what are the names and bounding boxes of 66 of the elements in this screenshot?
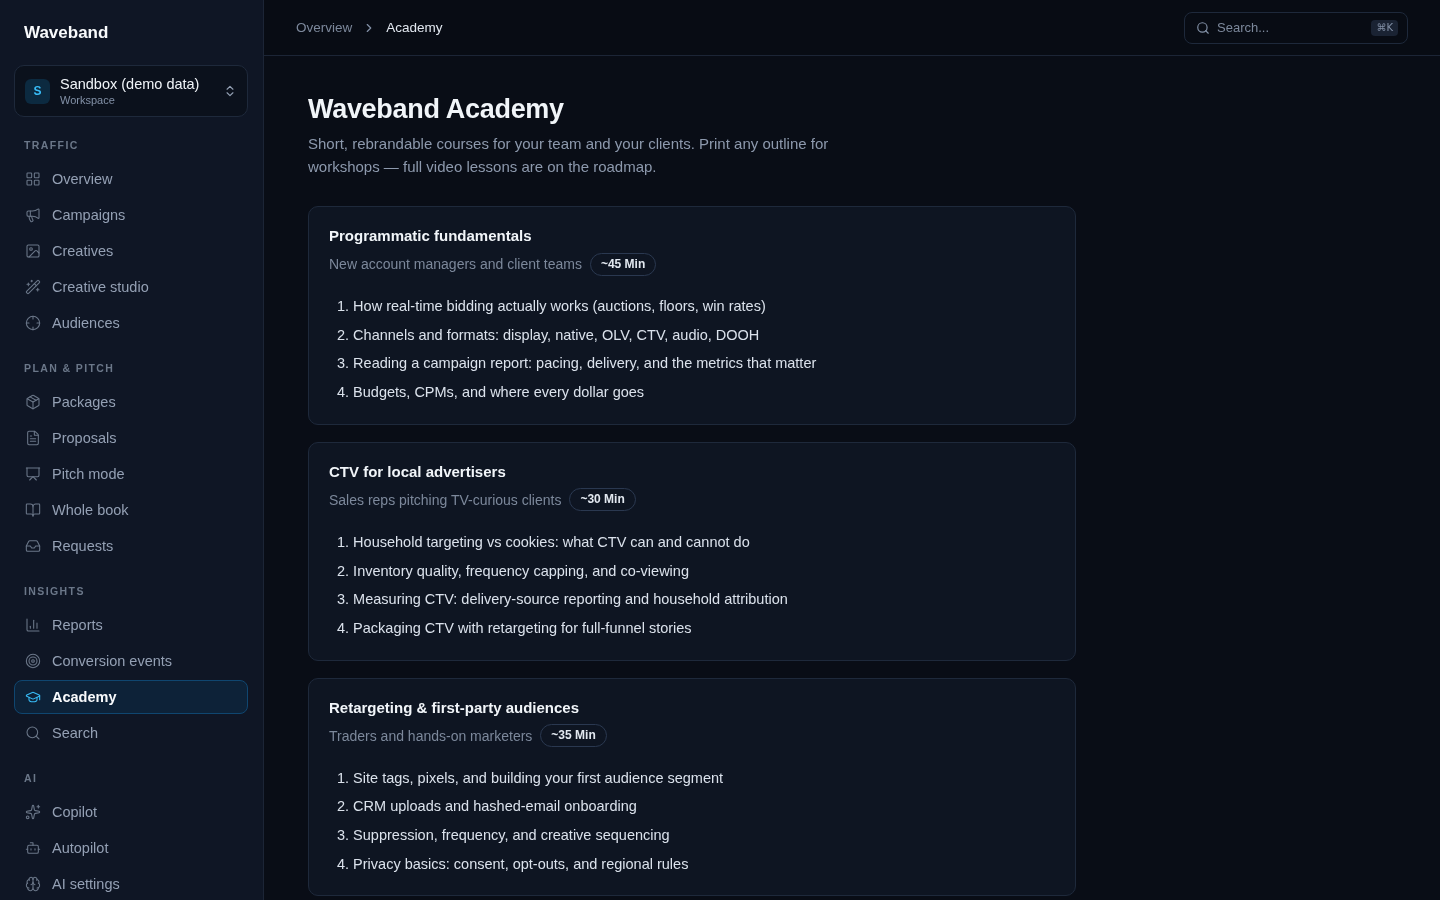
lesson-item: 1. Site tags, pixels, and building your first audience segment: [337, 768, 724, 788]
lesson-item: 4. Privacy basics: consent, opt-outs, and regional rules: [337, 854, 689, 874]
lesson-item: 4. Packaging CTV with retargeting for full-funnel stories: [337, 618, 692, 638]
package-icon: [25, 394, 41, 410]
grid-icon: [25, 171, 41, 187]
lesson-item: 3. Reading a campaign report: pacing, delivery, and the metrics that matter: [337, 354, 817, 374]
image-icon: [25, 243, 41, 259]
page-description: Short, rebrandable courses for your team and your clients. Print any outline for workshops — full video lessons are on the roadmap.: [308, 134, 830, 177]
brain-icon: [25, 876, 41, 892]
search-icon: [1196, 20, 1210, 35]
section-heading: INSIGHTS: [23, 584, 86, 599]
book-icon: [25, 502, 41, 518]
course-title: CTV for local advertisers: [329, 461, 506, 482]
current-page-label: Academy: [386, 20, 443, 35]
nav-item[interactable]: Conversion events: [14, 644, 248, 678]
lesson-item: 1. Household targeting vs cookies: what CTV can and cannot do: [337, 532, 750, 552]
lesson-item: 2. CRM uploads and hashed-email onboarding: [337, 797, 637, 817]
brand-name: Waveband: [23, 22, 110, 44]
workspace-switcher[interactable]: S Sandbox (demo data) Workspace: [14, 65, 248, 117]
workspace-name: Sandbox (demo data): [60, 75, 201, 93]
lesson-item: 3. Measuring CTV: delivery-source reporting and household attribution: [337, 590, 788, 610]
document-icon: [25, 430, 41, 446]
nav-item[interactable]: Whole book: [14, 493, 248, 527]
nav-item[interactable]: Overview: [14, 162, 248, 196]
nav-item[interactable]: Campaigns: [14, 198, 248, 232]
nav-item[interactable]: Academy: [14, 680, 248, 714]
section-heading: AI: [23, 771, 39, 786]
course-audience: Sales reps pitching TV-curious clients: [329, 491, 562, 508]
robot-icon: [25, 840, 41, 856]
lesson-item: 2. Inventory quality, frequency capping, and co-viewing: [337, 561, 689, 581]
course-title: Retargeting & first-party audiences: [329, 697, 580, 718]
nav-item[interactable]: Pitch mode: [14, 457, 248, 491]
nav-item[interactable]: Reports: [14, 608, 248, 642]
lesson-item: 3. Suppression, frequency, and creative sequencing: [337, 826, 670, 846]
course-audience: New account managers and client teams: [329, 256, 582, 272]
target-icon: [25, 653, 41, 669]
workspace-label: Workspace: [60, 93, 116, 107]
breadcrumb-link[interactable]: Overview: [296, 20, 353, 35]
graduation-cap-icon: [25, 689, 41, 705]
sparkles-icon: [25, 804, 41, 820]
nav-item[interactable]: Search: [14, 716, 248, 750]
nav-item[interactable]: Proposals: [14, 421, 248, 455]
search-icon: [25, 725, 41, 741]
nav-item[interactable]: AI settings: [14, 867, 248, 900]
nav-item[interactable]: Packages: [14, 385, 248, 419]
bar-chart-icon: [25, 617, 41, 633]
nav-item[interactable]: Copilot: [14, 795, 248, 829]
section-heading: TRAFFIC: [23, 138, 80, 153]
nav-item[interactable]: Creatives: [14, 234, 248, 268]
nav-item[interactable]: Audiences: [14, 306, 248, 340]
presentation-icon: [25, 466, 41, 482]
page-title: Waveband Academy: [308, 93, 564, 126]
course-title: Programmatic fundamentals: [329, 226, 532, 246]
inbox-icon: [25, 538, 41, 554]
workspace-avatar: S: [25, 78, 50, 104]
lesson-item: 2. Channels and formats: display, native, OLV, CTV, audio, DOOH: [337, 325, 760, 345]
course-audience: Traders and hands-on marketers: [329, 727, 533, 744]
nav-item[interactable]: Autopilot: [14, 831, 248, 865]
lesson-item: 1. How real-time bidding actually works (auctions, floors, win rates): [337, 297, 766, 316]
magic-wand-icon: [25, 279, 41, 295]
section-heading: PLAN & PITCH: [23, 361, 116, 376]
nav-item[interactable]: Requests: [14, 529, 248, 563]
megaphone-icon: [25, 207, 41, 223]
crosshair-icon: [25, 315, 41, 331]
nav-item[interactable]: Creative studio: [14, 270, 248, 304]
lesson-item: 4. Budgets, CPMs, and where every dollar goes: [337, 383, 645, 403]
